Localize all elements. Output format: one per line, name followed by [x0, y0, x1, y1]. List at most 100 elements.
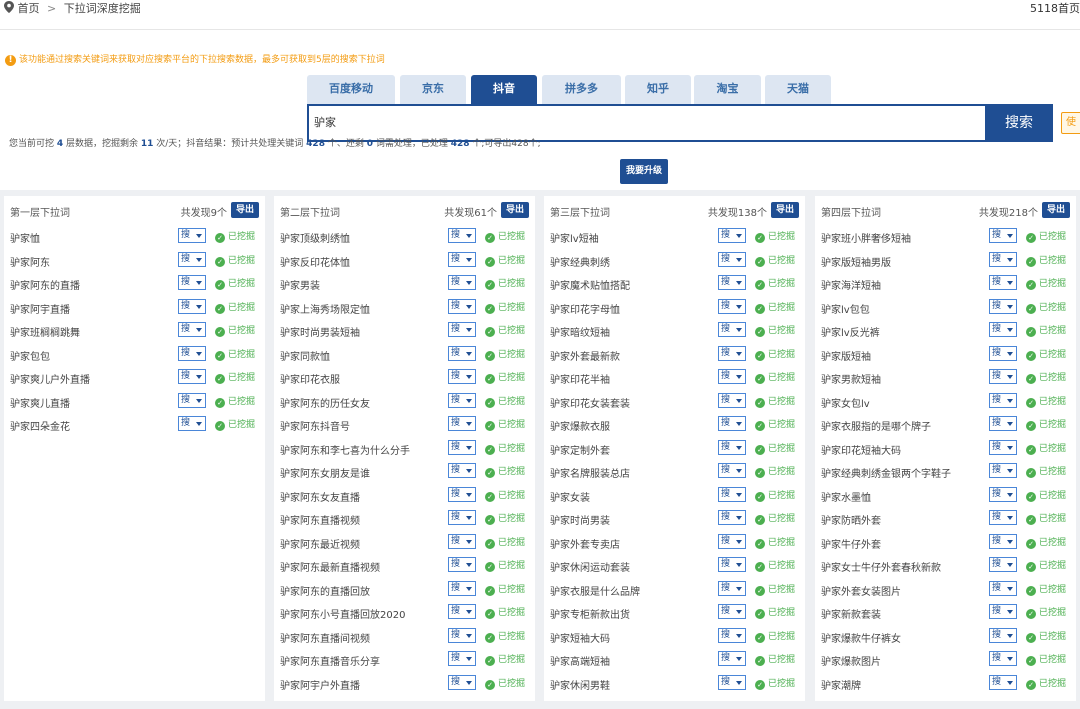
search-button[interactable]: 搜索 [985, 104, 1053, 142]
keyword-text[interactable]: 驴家阿东的直播 [10, 277, 80, 292]
search-engine-select[interactable]: 搜 [989, 439, 1017, 455]
export-button[interactable]: 导出 [231, 202, 259, 218]
search-engine-select[interactable]: 搜 [178, 345, 206, 361]
keyword-text[interactable]: 驴家印花字母恤 [550, 301, 620, 316]
keyword-text[interactable]: 驴家阿宇户外直播 [280, 677, 360, 692]
keyword-text[interactable]: 驴家印花短袖大码 [821, 442, 901, 457]
search-engine-select[interactable]: 搜 [718, 251, 746, 267]
keyword-text[interactable]: 驴家阿东抖音号 [280, 418, 350, 433]
keyword-text[interactable]: 驴家lv包包 [821, 301, 870, 316]
keyword-text[interactable]: 驴家爽儿直播 [10, 395, 70, 410]
search-engine-select[interactable]: 搜 [718, 369, 746, 384]
search-engine-select[interactable]: 搜 [718, 228, 746, 243]
search-engine-select[interactable]: 搜 [718, 651, 746, 666]
search-engine-select[interactable]: 搜 [989, 627, 1017, 643]
tab-zhihu[interactable]: 知乎 [625, 75, 691, 104]
search-engine-select[interactable]: 搜 [718, 557, 746, 572]
keyword-text[interactable]: 驴家阿东直播音乐分享 [280, 653, 380, 668]
search-engine-select[interactable]: 搜 [448, 580, 476, 596]
keyword-text[interactable]: 驴家时尚男装 [550, 512, 610, 527]
keyword-text[interactable]: 驴家阿东和李七喜为什么分手 [280, 442, 410, 457]
search-engine-select[interactable]: 搜 [448, 627, 476, 643]
tab-pinduoduo[interactable]: 拼多多 [542, 75, 621, 104]
search-engine-select[interactable]: 搜 [178, 369, 206, 384]
keyword-text[interactable]: 驴家阿东直播视频 [280, 512, 360, 527]
search-engine-select[interactable]: 搜 [448, 275, 476, 290]
tab-douyin[interactable]: 抖音 [471, 75, 537, 104]
keyword-text[interactable]: 驴家海洋短袖 [821, 277, 881, 292]
export-button[interactable]: 导出 [501, 202, 529, 218]
search-engine-select[interactable]: 搜 [178, 416, 206, 431]
tab-tmall[interactable]: 天猫 [765, 75, 831, 104]
keyword-text[interactable]: 驴家阿东女朋友是谁 [280, 465, 370, 480]
search-engine-select[interactable]: 搜 [448, 392, 476, 408]
keyword-text[interactable]: 驴家时尚男装短袖 [280, 324, 360, 339]
search-engine-select[interactable]: 搜 [718, 463, 746, 478]
search-engine-select[interactable]: 搜 [989, 557, 1017, 572]
search-engine-select[interactable]: 搜 [178, 228, 206, 243]
keyword-text[interactable]: 驴家印花衣服 [280, 371, 340, 386]
keyword-text[interactable]: 驴家外套专卖店 [550, 536, 620, 551]
search-engine-select[interactable]: 搜 [718, 533, 746, 549]
search-engine-select[interactable]: 搜 [448, 557, 476, 572]
keyword-text[interactable]: 驴家顶级刺绣恤 [280, 230, 350, 245]
search-engine-select[interactable]: 搜 [178, 251, 206, 267]
search-engine-select[interactable]: 搜 [448, 298, 476, 314]
search-engine-select[interactable]: 搜 [989, 510, 1017, 525]
search-engine-select[interactable]: 搜 [448, 651, 476, 666]
search-engine-select[interactable]: 搜 [718, 392, 746, 408]
keyword-text[interactable]: 驴家经典刺绣金银两个字鞋子 [821, 465, 951, 480]
search-engine-select[interactable]: 搜 [178, 275, 206, 290]
search-engine-select[interactable]: 搜 [448, 345, 476, 361]
keyword-text[interactable]: 驴家暗纹短袖 [550, 324, 610, 339]
search-engine-select[interactable]: 搜 [718, 627, 746, 643]
search-engine-select[interactable]: 搜 [448, 228, 476, 243]
keyword-text[interactable]: 驴家牛仔外套 [821, 536, 881, 551]
keyword-text[interactable]: 驴家名牌服装总店 [550, 465, 630, 480]
keyword-text[interactable]: 驴家印花女装套装 [550, 395, 630, 410]
keyword-text[interactable]: 驴家版短袖 [821, 348, 871, 363]
search-engine-select[interactable]: 搜 [448, 604, 476, 619]
search-engine-select[interactable]: 搜 [989, 251, 1017, 267]
search-engine-select[interactable]: 搜 [718, 322, 746, 337]
search-engine-select[interactable]: 搜 [989, 533, 1017, 549]
search-engine-select[interactable]: 搜 [989, 674, 1017, 690]
keyword-text[interactable]: 驴家阿东的历任女友 [280, 395, 370, 410]
search-engine-select[interactable]: 搜 [989, 322, 1017, 337]
search-engine-select[interactable]: 搜 [178, 298, 206, 314]
search-engine-select[interactable]: 搜 [989, 604, 1017, 619]
keyword-text[interactable]: 驴家阿宇直播 [10, 301, 70, 316]
search-engine-select[interactable]: 搜 [718, 580, 746, 596]
search-engine-select[interactable]: 搜 [448, 533, 476, 549]
search-engine-select[interactable]: 搜 [718, 486, 746, 502]
keyword-text[interactable]: 驴家短袖大码 [550, 630, 610, 645]
keyword-text[interactable]: 驴家阿东女友直播 [280, 489, 360, 504]
keyword-text[interactable]: 驴家反印花体恤 [280, 254, 350, 269]
keyword-text[interactable]: 驴家阿东最近视频 [280, 536, 360, 551]
search-engine-select[interactable]: 搜 [718, 298, 746, 314]
keyword-text[interactable]: 驴家经典刺绣 [550, 254, 610, 269]
search-engine-select[interactable]: 搜 [718, 275, 746, 290]
keyword-text[interactable]: 驴家休闲运动套装 [550, 559, 630, 574]
search-engine-select[interactable]: 搜 [989, 463, 1017, 478]
keyword-text[interactable]: 驴家阿东 [10, 254, 50, 269]
tab-taobao[interactable]: 淘宝 [694, 75, 761, 104]
export-button[interactable]: 导出 [771, 202, 799, 218]
keyword-text[interactable]: 驴家阿东最新直播视频 [280, 559, 380, 574]
keyword-text[interactable]: 驴家爽儿户外直播 [10, 371, 90, 386]
keyword-text[interactable]: 驴家班小胖奢侈短袖 [821, 230, 911, 245]
keyword-text[interactable]: 驴家爆款衣服 [550, 418, 610, 433]
search-engine-select[interactable]: 搜 [989, 298, 1017, 314]
keyword-text[interactable]: 驴家高端短袖 [550, 653, 610, 668]
search-engine-select[interactable]: 搜 [448, 322, 476, 337]
keyword-text[interactable]: 驴家lv反光裤 [821, 324, 880, 339]
search-engine-select[interactable]: 搜 [718, 674, 746, 690]
keyword-text[interactable]: 驴家包包 [10, 348, 50, 363]
search-engine-select[interactable]: 搜 [448, 674, 476, 690]
search-engine-select[interactable]: 搜 [989, 416, 1017, 431]
keyword-text[interactable]: 驴家衣服指的是哪个牌子 [821, 418, 931, 433]
keyword-text[interactable]: 驴家男装 [280, 277, 320, 292]
keyword-text[interactable]: 驴家防晒外套 [821, 512, 881, 527]
tab-baidu-mobile[interactable]: 百度移动 [307, 75, 395, 104]
upgrade-button[interactable]: 我要升级 [620, 159, 668, 184]
